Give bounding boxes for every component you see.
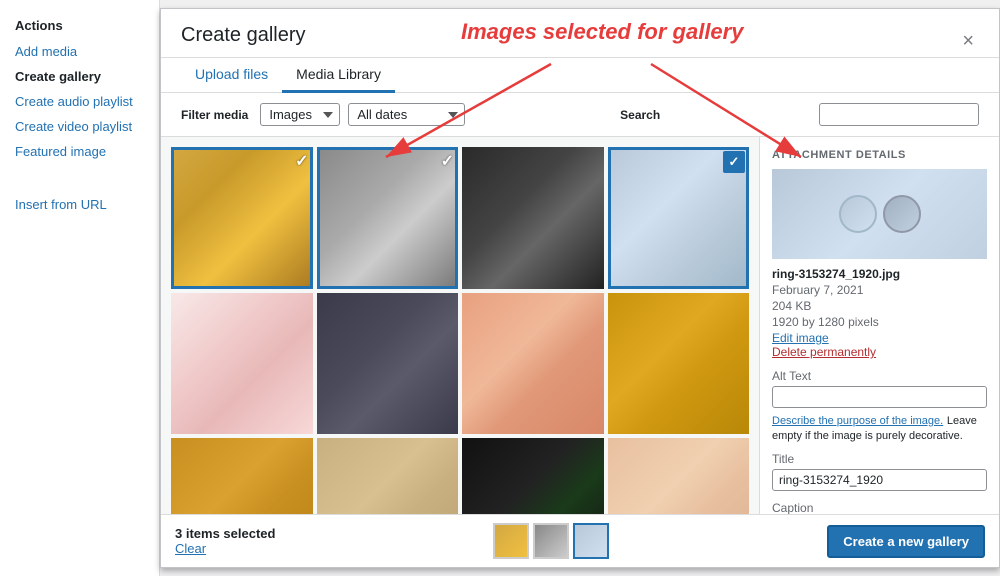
attachment-date: February 7, 2021 bbox=[772, 283, 987, 297]
sidebar-item-featured-image[interactable]: Featured image bbox=[0, 139, 159, 164]
media-item-7[interactable] bbox=[462, 293, 604, 435]
media-item-3[interactable] bbox=[462, 147, 604, 289]
delete-permanently-link[interactable]: Delete permanently bbox=[772, 345, 987, 359]
media-item-6[interactable] bbox=[317, 293, 459, 435]
modal-footer: 3 items selected Clear Create a new gall… bbox=[161, 514, 999, 567]
edit-image-link[interactable]: Edit image bbox=[772, 331, 987, 345]
selected-thumb-2[interactable] bbox=[533, 523, 569, 559]
sidebar-section-title: Actions bbox=[0, 12, 159, 39]
clear-selection-link[interactable]: Clear bbox=[175, 541, 275, 556]
caption-field: Caption bbox=[772, 501, 987, 514]
selected-thumb-3[interactable] bbox=[573, 523, 609, 559]
sidebar-item-add-media[interactable]: Add media bbox=[0, 39, 159, 64]
title-label: Title bbox=[772, 452, 987, 466]
alt-text-helper: Describe the purpose of the image. Leave… bbox=[772, 412, 987, 442]
modal-tabs: Upload files Media Library bbox=[161, 58, 999, 93]
attachment-panel: ATTACHMENT DETAILS ring-3153274_1920.jpg… bbox=[759, 137, 999, 514]
media-item-1[interactable]: ✓ bbox=[171, 147, 313, 289]
media-item-4[interactable]: ✓ bbox=[608, 147, 750, 289]
sidebar-item-create-video-playlist[interactable]: Create video playlist bbox=[0, 114, 159, 139]
describe-purpose-link[interactable]: Describe the purpose of the image. bbox=[772, 415, 943, 427]
search-input[interactable] bbox=[819, 103, 979, 126]
media-item-2[interactable]: ✓ bbox=[317, 147, 459, 289]
selected-count: 3 items selected bbox=[175, 526, 275, 541]
modal-close-button[interactable]: × bbox=[957, 31, 979, 51]
attachment-thumbnail bbox=[772, 169, 987, 259]
sidebar-item-create-audio-playlist[interactable]: Create audio playlist bbox=[0, 89, 159, 114]
modal: Images selected for gallery Create galle… bbox=[160, 8, 1000, 568]
modal-overlay: Images selected for gallery Create galle… bbox=[160, 0, 1000, 576]
alt-text-field: Alt Text Describe the purpose of the ima… bbox=[772, 369, 987, 442]
filter-media-label: Filter media bbox=[181, 108, 248, 122]
checkmark-4: ✓ bbox=[723, 151, 745, 173]
media-grid-wrap: ✓ ✓ ✓ bbox=[161, 137, 759, 514]
media-item-12[interactable] bbox=[608, 438, 750, 514]
alt-text-label: Alt Text bbox=[772, 369, 987, 383]
alt-text-input[interactable] bbox=[772, 386, 987, 408]
selected-thumb-1[interactable] bbox=[493, 523, 529, 559]
media-item-8[interactable] bbox=[608, 293, 750, 435]
media-grid: ✓ ✓ ✓ bbox=[171, 147, 749, 514]
checkmark-2: ✓ bbox=[441, 151, 454, 171]
attachment-details-title: ATTACHMENT DETAILS bbox=[772, 149, 987, 161]
create-new-gallery-button[interactable]: Create a new gallery bbox=[827, 525, 985, 558]
selected-info-group: 3 items selected Clear bbox=[175, 526, 275, 556]
sidebar-item-create-gallery[interactable]: Create gallery bbox=[0, 64, 159, 89]
search-label: Search bbox=[620, 108, 660, 122]
title-field: Title bbox=[772, 452, 987, 491]
attachment-size: 204 KB bbox=[772, 299, 987, 313]
selected-thumbnails bbox=[493, 523, 609, 559]
media-item-11[interactable] bbox=[462, 438, 604, 514]
media-item-9[interactable] bbox=[171, 438, 313, 514]
tab-media-library[interactable]: Media Library bbox=[282, 58, 395, 93]
modal-header: Create gallery × bbox=[161, 9, 999, 58]
checkmark-1: ✓ bbox=[295, 151, 308, 171]
title-input[interactable] bbox=[772, 469, 987, 491]
attachment-dimensions: 1920 by 1280 pixels bbox=[772, 315, 987, 329]
caption-label: Caption bbox=[772, 501, 987, 514]
modal-body: ✓ ✓ ✓ bbox=[161, 137, 999, 514]
attachment-filename: ring-3153274_1920.jpg bbox=[772, 267, 987, 281]
modal-title: Create gallery bbox=[181, 24, 306, 47]
media-type-select[interactable]: Images Audio Video bbox=[260, 103, 340, 126]
tab-upload-files[interactable]: Upload files bbox=[181, 58, 282, 93]
date-select[interactable]: All dates January 2021 February 2021 bbox=[348, 103, 465, 126]
sidebar: Actions Add media Create gallery Create … bbox=[0, 0, 160, 576]
media-item-10[interactable] bbox=[317, 438, 459, 514]
filter-row: Filter media Images Audio Video All date… bbox=[161, 93, 999, 137]
media-item-5[interactable] bbox=[171, 293, 313, 435]
sidebar-item-insert-from-url[interactable]: Insert from URL bbox=[0, 192, 159, 217]
